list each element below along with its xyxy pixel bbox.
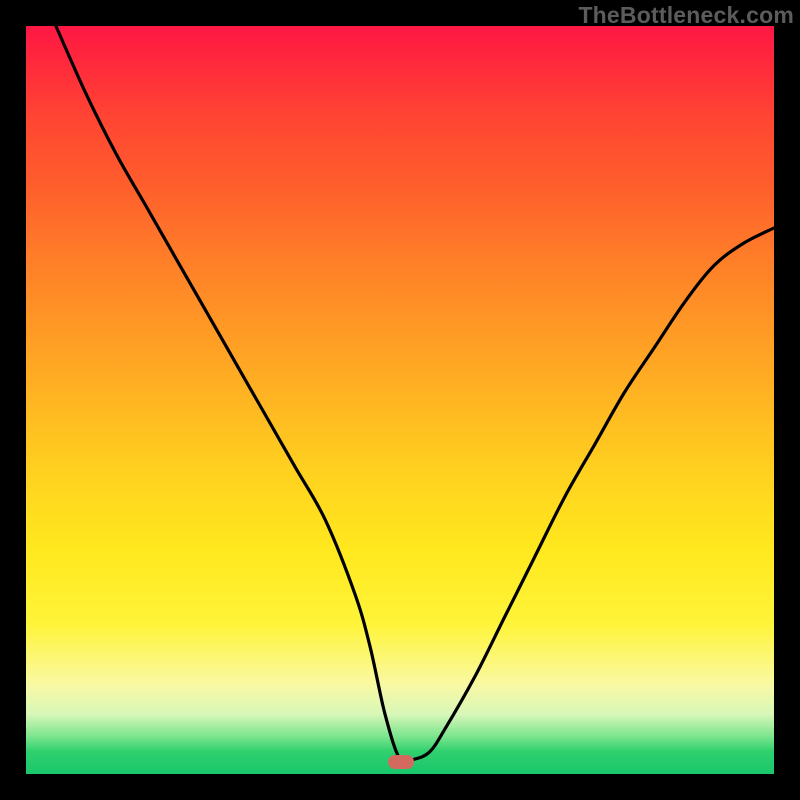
- bottleneck-curve: [26, 26, 774, 774]
- bottleneck-marker: [388, 755, 414, 769]
- watermark-text: TheBottleneck.com: [578, 2, 794, 29]
- plot-area: [26, 26, 774, 774]
- chart-frame: TheBottleneck.com: [0, 0, 800, 800]
